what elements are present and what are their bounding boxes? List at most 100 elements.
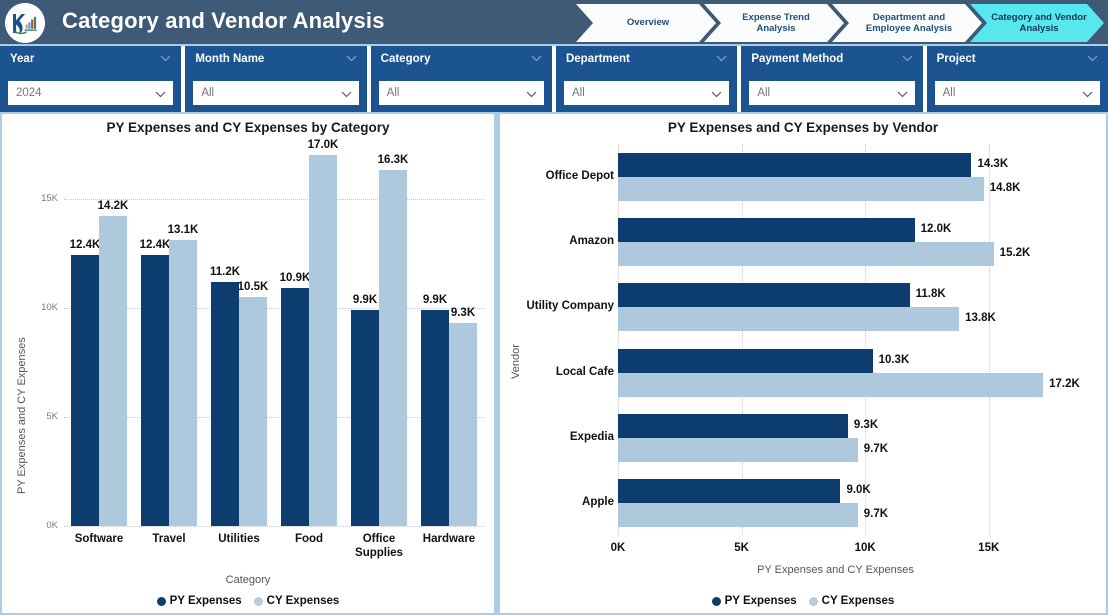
x-axis-category-labels: Software Travel Utilities Food Office Suppli… <box>64 532 484 572</box>
x-gridline <box>988 144 990 536</box>
slicer-dropdown-year[interactable]: 2024 <box>8 81 174 105</box>
x-axis-tick-label: 5K <box>734 542 749 554</box>
nav-tab-label: Department and Employee Analysis <box>865 11 953 34</box>
y-gridline <box>64 526 484 527</box>
bar-value-label: 12.4K <box>69 239 101 252</box>
slicer-value: All <box>942 87 956 99</box>
slicer-header: Project <box>937 53 1098 65</box>
bar-py-expenses[interactable] <box>281 288 309 526</box>
bar-value-label: 12.4K <box>139 239 171 252</box>
y-axis-category-label[interactable]: Apple <box>514 495 614 509</box>
bar-py-expenses[interactable] <box>71 255 99 526</box>
bar-py-expenses[interactable] <box>141 255 169 526</box>
bar-py-expenses[interactable] <box>618 479 841 504</box>
bar-value-label: 16.3K <box>377 154 409 167</box>
x-axis-tick-label: 15K <box>978 542 1000 554</box>
x-axis-category-label[interactable]: Utilities <box>201 532 277 546</box>
slicer-header: Department <box>566 53 727 65</box>
y-axis-category-label[interactable]: Expedia <box>514 430 614 444</box>
chevron-down-icon <box>1082 91 1093 98</box>
bar-py-expenses[interactable] <box>211 281 239 526</box>
x-axis-category-label[interactable]: Hardware <box>411 532 487 546</box>
bar-py-expenses[interactable] <box>618 218 915 242</box>
y-axis-category-label[interactable]: Office Depot <box>514 169 614 183</box>
slicer-title: Category <box>380 53 431 65</box>
chart-legend: PY Expenses CY Expenses <box>2 595 494 607</box>
chevron-down-icon[interactable] <box>902 55 913 62</box>
bar-value-label: 12.0K <box>920 223 952 235</box>
slicer-dropdown-department[interactable]: All <box>563 81 730 105</box>
bar-py-expenses[interactable] <box>351 310 379 526</box>
chevron-down-icon[interactable] <box>1087 55 1098 62</box>
y-axis-category-label[interactable]: Amazon <box>514 234 614 248</box>
slicer-dropdown-payment-method[interactable]: All <box>749 81 915 105</box>
bar-cy-expenses[interactable] <box>309 155 337 526</box>
x-axis-category-label[interactable]: Software <box>61 532 137 546</box>
y-axis-tick-label: 5K <box>46 410 58 422</box>
slicer-header: Year <box>10 53 171 65</box>
x-axis-category-label[interactable]: Travel <box>131 532 207 546</box>
chevron-down-icon <box>155 91 166 98</box>
bar-py-expenses[interactable] <box>618 283 910 308</box>
bar-cy-expenses[interactable] <box>239 296 267 526</box>
legend-swatch-icon <box>808 596 818 606</box>
slicer-value: All <box>201 87 215 99</box>
nav-tab-overview[interactable]: Overview <box>576 4 716 42</box>
slicer-value: All <box>386 87 400 99</box>
slicer-dropdown-category[interactable]: All <box>378 81 544 105</box>
bar-cy-expenses[interactable] <box>449 323 477 526</box>
chevron-down-icon[interactable] <box>346 55 357 62</box>
app-header: Category and Vendor Analysis Overview Ex… <box>0 0 1108 46</box>
bar-py-expenses[interactable] <box>618 414 848 438</box>
y-axis-category-label[interactable]: Local Cafe <box>514 365 614 379</box>
slicer-dropdown-project[interactable]: All <box>934 81 1100 105</box>
bar-value-label: 9.7K <box>863 443 889 455</box>
bar-cy-expenses[interactable] <box>618 438 858 462</box>
x-axis-title: PY Expenses and CY Expenses <box>757 564 914 576</box>
slicer-dropdown-month-name[interactable]: All <box>193 81 359 105</box>
bar-cy-expenses[interactable] <box>618 242 994 266</box>
bar-cy-expenses[interactable] <box>99 216 127 526</box>
plot-area[interactable]: 0K 5K 10K 15K 12.4K 14.2K 12.4K 13.1K 11.2K 10.5K… <box>41 139 484 531</box>
bar-cy-expenses[interactable] <box>618 307 960 332</box>
slicer-value: 2024 <box>16 87 42 99</box>
bar-cy-expenses[interactable] <box>379 170 407 526</box>
bar-cy-expenses[interactable] <box>618 503 858 528</box>
bar-py-expenses[interactable] <box>618 348 873 373</box>
x-axis-category-label[interactable]: Office Supplies <box>341 532 417 560</box>
slicer-header: Payment Method <box>751 53 913 65</box>
bar-py-expenses[interactable] <box>618 152 972 177</box>
legend-item-py-expenses[interactable]: PY Expenses <box>711 595 797 607</box>
slicer-value: All <box>757 87 771 99</box>
plot-area[interactable]: 14.3K 14.8K 12.0K 15.2K 11.8K 13.8K 10.3K 17.2K… <box>618 144 1080 536</box>
legend-item-cy-expenses[interactable]: CY Expenses <box>253 595 340 607</box>
legend-item-cy-expenses[interactable]: CY Expenses <box>808 595 894 607</box>
slicer-title: Year <box>10 53 35 65</box>
legend-item-py-expenses[interactable]: PY Expenses <box>156 595 242 607</box>
bar-cy-expenses[interactable] <box>169 240 197 526</box>
slicer-month-name: Month Name All <box>185 46 367 112</box>
nav-tab-expense-trend-analysis[interactable]: Expense Trend Analysis <box>704 4 844 42</box>
nav-tab-label: Category and Vendor Analysis <box>991 11 1087 34</box>
bar-value-label: 14.2K <box>97 200 129 213</box>
x-axis-category-label[interactable]: Food <box>271 532 347 546</box>
chevron-down-icon[interactable] <box>716 55 727 62</box>
slicer-title: Month Name <box>195 53 265 65</box>
kr-analytics-logo-icon <box>5 3 45 43</box>
bar-cy-expenses[interactable] <box>618 176 984 201</box>
bar-py-expenses[interactable] <box>421 310 449 526</box>
x-axis-tick-labels: 0K 5K 10K 15K <box>611 542 1053 560</box>
nav-tab-category-and-vendor-analysis[interactable]: Category and Vendor Analysis <box>970 4 1104 42</box>
nav-tab-department-and-employee-analysis[interactable]: Department and Employee Analysis <box>832 4 982 42</box>
legend-label: CY Expenses <box>266 595 340 607</box>
y-axis-category-label[interactable]: Utility Company <box>514 299 614 313</box>
legend-swatch-icon <box>156 596 166 606</box>
slicer-title: Project <box>936 53 976 65</box>
bar-cy-expenses[interactable] <box>618 372 1044 397</box>
slicer-title: Department <box>565 53 630 65</box>
chevron-down-icon <box>897 91 908 98</box>
chevron-down-icon[interactable] <box>531 55 542 62</box>
slicer-department: Department All <box>555 46 738 112</box>
chevron-down-icon[interactable] <box>160 55 171 62</box>
page-navigation: Overview Expense Trend Analysis Departme… <box>576 4 1104 42</box>
